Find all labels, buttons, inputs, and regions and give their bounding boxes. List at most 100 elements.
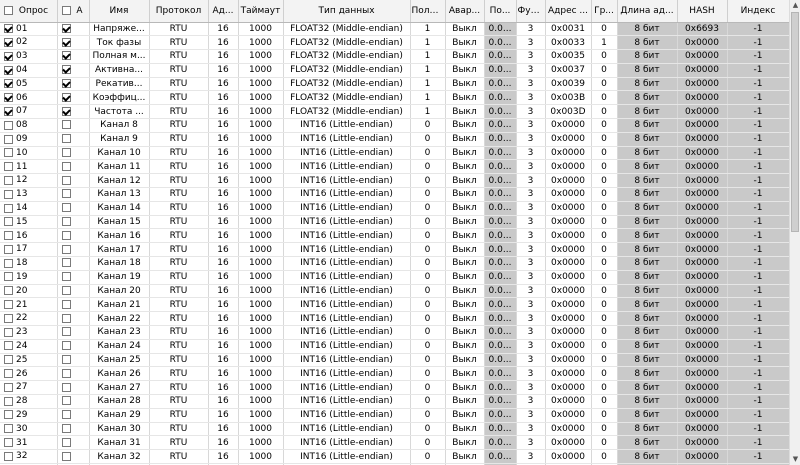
cell-data-type[interactable]: INT16 (Little-endian) <box>283 228 411 244</box>
cell-function[interactable]: 3 <box>516 228 546 244</box>
table-row[interactable]: 23 Канал 23 RTU 16 1000 INT16 (Little-endian)… <box>0 325 789 340</box>
cell-address-length[interactable]: 8 бит <box>617 449 678 464</box>
cell-function[interactable]: 3 <box>516 49 546 64</box>
cell-protocol[interactable]: RTU <box>149 187 209 202</box>
poll-checkbox[interactable] <box>4 175 13 185</box>
cell-name[interactable]: Канал 19 <box>89 270 150 285</box>
cell-timeout[interactable]: 1000 <box>238 311 284 327</box>
cell-alarm[interactable]: Выкл <box>445 90 485 106</box>
table-row[interactable]: 12 Канал 12 RTU 16 1000 INT16 (Little-endian)… <box>0 173 789 189</box>
cell-timeout[interactable]: 1000 <box>238 159 284 175</box>
cell-register-address[interactable]: 0x0000 <box>545 228 592 244</box>
cell-protocol[interactable]: RTU <box>149 173 209 189</box>
cell-register-address[interactable]: 0x003B <box>545 90 592 106</box>
cell-hash[interactable]: 0x0000 <box>677 63 728 78</box>
poll-checkbox[interactable] <box>4 382 13 392</box>
cell-timeout[interactable]: 1000 <box>238 228 284 244</box>
cell-group[interactable]: 0 <box>591 159 618 175</box>
cell-timeout[interactable]: 1000 <box>238 297 284 313</box>
cell-index[interactable]: -1 <box>727 63 789 78</box>
poll-checkbox[interactable] <box>4 244 13 254</box>
cell-protocol[interactable]: RTU <box>149 339 209 354</box>
poll-checkbox[interactable] <box>4 120 13 130</box>
cell-address-length[interactable]: 8 бит <box>617 187 678 202</box>
cell-data-type[interactable]: INT16 (Little-endian) <box>283 270 411 285</box>
cell-address-length[interactable]: 8 бит <box>617 297 678 313</box>
cell-hash[interactable]: 0x6693 <box>677 22 728 37</box>
cell-data-type[interactable]: INT16 (Little-endian) <box>283 118 411 133</box>
cell-data-type[interactable]: FLOAT32 (Middle-endian) <box>283 104 411 120</box>
col-header-alarm[interactable]: Авар... <box>445 0 485 23</box>
cell-address[interactable]: 16 <box>208 270 239 285</box>
cell-register-address[interactable]: 0x0000 <box>545 284 592 299</box>
cell-address[interactable]: 16 <box>208 132 239 147</box>
cell-po[interactable]: 0.0... <box>484 422 517 437</box>
cell-address-length[interactable]: 8 бит <box>617 380 678 396</box>
cell-po[interactable]: 0.0... <box>484 284 517 299</box>
cell-address-length[interactable]: 8 бит <box>617 311 678 327</box>
cell-address-length[interactable]: 8 бит <box>617 63 678 78</box>
cell-position[interactable]: 0 <box>410 325 446 340</box>
cell-position[interactable]: 0 <box>410 297 446 313</box>
cell-index[interactable]: -1 <box>727 132 789 147</box>
cell-hash[interactable]: 0x0000 <box>677 77 728 92</box>
cell-protocol[interactable]: RTU <box>149 422 209 437</box>
cell-name[interactable]: Канал 31 <box>89 435 150 451</box>
cell-register-address[interactable]: 0x0000 <box>545 325 592 340</box>
cell-timeout[interactable]: 1000 <box>238 35 284 51</box>
active-checkbox[interactable] <box>61 148 71 158</box>
col-header-position[interactable]: Поло... <box>410 0 446 23</box>
col-header-register-address[interactable]: Адрес ... <box>545 0 592 23</box>
cell-hash[interactable]: 0x0000 <box>677 35 728 51</box>
cell-function[interactable]: 3 <box>516 325 546 340</box>
cell-index[interactable]: -1 <box>727 394 789 409</box>
col-header-name[interactable]: Имя <box>89 0 150 23</box>
cell-data-type[interactable]: INT16 (Little-endian) <box>283 353 411 368</box>
cell-index[interactable]: -1 <box>727 215 789 230</box>
cell-register-address[interactable]: 0x0000 <box>545 187 592 202</box>
cell-position[interactable]: 0 <box>410 256 446 271</box>
cell-function[interactable]: 3 <box>516 118 546 133</box>
cell-po[interactable]: 0.0... <box>484 228 517 244</box>
cell-alarm[interactable]: Выкл <box>445 449 485 464</box>
table-row[interactable]: 05 Рекатив... RTU 16 1000 FLOAT32 (Middle-end… <box>0 77 789 92</box>
cell-timeout[interactable]: 1000 <box>238 256 284 271</box>
cell-index[interactable]: -1 <box>727 311 789 327</box>
cell-address-length[interactable]: 8 бит <box>617 435 678 451</box>
active-checkbox[interactable] <box>61 79 71 89</box>
cell-address-length[interactable]: 8 бит <box>617 270 678 285</box>
active-checkbox[interactable] <box>61 175 71 185</box>
cell-group[interactable]: 0 <box>591 215 618 230</box>
cell-group[interactable]: 0 <box>591 435 618 451</box>
cell-alarm[interactable]: Выкл <box>445 146 485 161</box>
cell-index[interactable]: -1 <box>727 297 789 313</box>
cell-alarm[interactable]: Выкл <box>445 173 485 189</box>
cell-address-length[interactable]: 8 бит <box>617 422 678 437</box>
cell-index[interactable]: -1 <box>727 159 789 175</box>
col-header-protocol[interactable]: Протокол <box>149 0 209 23</box>
cell-po[interactable]: 0.0... <box>484 366 517 382</box>
cell-position[interactable]: 0 <box>410 201 446 216</box>
cell-data-type[interactable]: FLOAT32 (Middle-endian) <box>283 35 411 51</box>
cell-group[interactable]: 0 <box>591 325 618 340</box>
cell-position[interactable]: 0 <box>410 422 446 437</box>
cell-position[interactable]: 1 <box>410 49 446 64</box>
cell-name[interactable]: Рекатив... <box>89 77 150 92</box>
cell-address-length[interactable]: 8 бит <box>617 353 678 368</box>
cell-alarm[interactable]: Выкл <box>445 408 485 423</box>
cell-timeout[interactable]: 1000 <box>238 22 284 37</box>
active-checkbox[interactable] <box>61 37 71 47</box>
table-row[interactable]: 31 Канал 31 RTU 16 1000 INT16 (Little-endian)… <box>0 435 789 451</box>
cell-group[interactable]: 0 <box>591 132 618 147</box>
cell-timeout[interactable]: 1000 <box>238 380 284 396</box>
cell-timeout[interactable]: 1000 <box>238 408 284 423</box>
cell-register-address[interactable]: 0x0033 <box>545 35 592 51</box>
cell-name[interactable]: Канал 32 <box>89 449 150 464</box>
cell-timeout[interactable]: 1000 <box>238 339 284 354</box>
table-row[interactable]: 07 Частота ... RTU 16 1000 FLOAT32 (Middle-en… <box>0 104 789 120</box>
cell-register-address[interactable]: 0x0000 <box>545 270 592 285</box>
cell-hash[interactable]: 0x0000 <box>677 187 728 202</box>
cell-timeout[interactable]: 1000 <box>238 394 284 409</box>
table-row[interactable]: 13 Канал 13 RTU 16 1000 INT16 (Little-endian)… <box>0 187 789 202</box>
poll-checkbox[interactable] <box>4 217 13 227</box>
